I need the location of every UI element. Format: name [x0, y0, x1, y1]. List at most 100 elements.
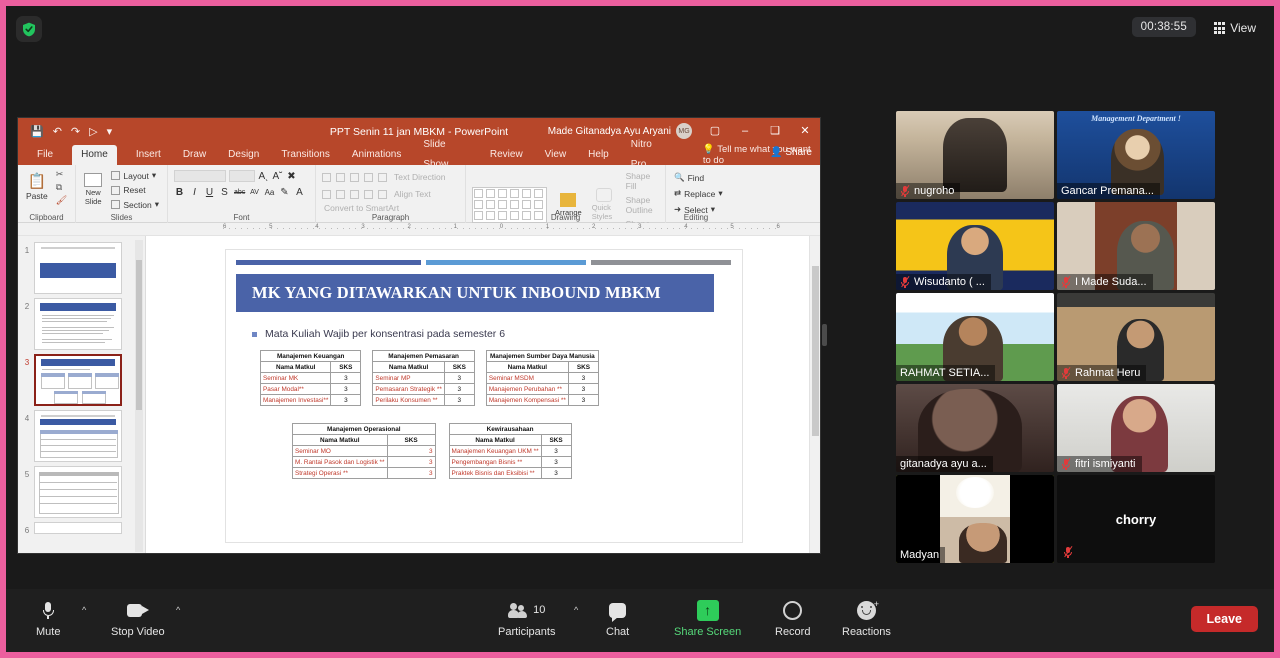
restore-icon[interactable]: ❑	[760, 118, 790, 145]
right-angle-shape-icon[interactable]	[486, 200, 495, 209]
tab-review[interactable]: Review	[487, 145, 526, 165]
line-spacing-icon[interactable]	[378, 172, 387, 182]
cut-icon[interactable]: ✂	[56, 169, 67, 180]
save-icon[interactable]: 💾	[30, 125, 44, 138]
increase-indent-icon[interactable]	[364, 172, 373, 182]
new-slide-button[interactable]: New Slide	[82, 187, 104, 207]
thumbnail-preview[interactable]	[34, 466, 122, 518]
font-color-icon[interactable]: A	[294, 187, 305, 198]
decrease-indent-icon[interactable]	[350, 172, 359, 182]
find-button[interactable]: 🔍 Find	[672, 171, 720, 184]
right-arrow-shape-icon[interactable]	[510, 200, 519, 209]
powerpoint-account[interactable]: Made Gitanadya Ayu Aryani MG	[548, 123, 692, 139]
quick-access-toolbar[interactable]: 💾 ↶ ↷ ▷ ▾	[18, 125, 112, 138]
italic-button[interactable]: I	[189, 187, 200, 198]
table-manajemen-sdm[interactable]: Manajemen Sumber Daya Manusia Nama Matku…	[485, 350, 599, 406]
shape-fill-button[interactable]: Shape Fill	[624, 170, 659, 192]
table-manajemen-operasional[interactable]: Manajemen Operasional Nama Matkul SKS Se…	[292, 423, 436, 479]
increase-font-size-icon[interactable]: Aˎ	[258, 171, 269, 182]
thumbnail-preview[interactable]	[34, 242, 122, 294]
triangle-shape-icon[interactable]	[474, 200, 483, 209]
record-button[interactable]: Record	[775, 597, 810, 638]
view-button[interactable]: View	[1208, 17, 1262, 39]
align-center-icon[interactable]	[336, 189, 345, 199]
table-kewirausahaan[interactable]: Kewirausahaan Nama Matkul SKS Manajemen …	[448, 423, 572, 479]
window-buttons[interactable]: ▢ – ❑ ✕	[700, 118, 820, 145]
tab-help[interactable]: Help	[585, 145, 612, 165]
shadow-button[interactable]: S	[219, 187, 230, 198]
participants-button[interactable]: 10 Participants	[498, 597, 555, 638]
pentagon-shape-icon[interactable]	[534, 200, 543, 209]
close-icon[interactable]: ✕	[790, 118, 820, 145]
video-tile-rahmat-heru[interactable]: Rahmat Heru	[1057, 293, 1215, 381]
thumbnail-preview[interactable]	[34, 522, 122, 534]
change-case-button[interactable]: Aa	[264, 188, 275, 197]
align-right-icon[interactable]	[350, 189, 359, 199]
slide-canvas[interactable]: MK YANG DITAWARKAN UNTUK INBOUND MBKM Ma…	[226, 250, 742, 542]
customize-qat-icon[interactable]: ▾	[107, 125, 113, 138]
align-text-button[interactable]: Align Text	[392, 188, 433, 200]
thumbnail-preview-selected[interactable]	[34, 354, 122, 406]
video-tile-gancar[interactable]: Management Department ! Gancar Premana..…	[1057, 111, 1215, 199]
clear-formatting-icon[interactable]: ✖	[286, 171, 297, 182]
redo-icon[interactable]: ↷	[71, 125, 80, 138]
line-shape-icon[interactable]	[486, 189, 495, 198]
copy-icon[interactable]: ⧉	[56, 182, 67, 193]
scrollbar-thumb[interactable]	[812, 266, 819, 436]
chat-button[interactable]: Chat	[606, 597, 629, 638]
character-spacing-button[interactable]: AV	[249, 189, 260, 196]
down-arrow-shape-icon[interactable]	[522, 200, 531, 209]
tab-insert[interactable]: Insert	[133, 145, 164, 165]
undo-icon[interactable]: ↶	[53, 125, 62, 138]
tab-home[interactable]: Home	[72, 145, 117, 165]
reset-button[interactable]: Reset	[109, 184, 161, 196]
paste-icon[interactable]: 📋	[28, 172, 47, 190]
video-tile-wisudanto[interactable]: Wisudanto ( ...	[896, 202, 1054, 290]
thumbnail-item-2[interactable]: 2	[18, 296, 145, 352]
tab-view[interactable]: View	[542, 145, 570, 165]
tab-file[interactable]: File	[34, 145, 56, 165]
video-tile-nugroho[interactable]: nugroho	[896, 111, 1054, 199]
paste-button[interactable]: Paste	[24, 190, 50, 202]
bullets-icon[interactable]	[322, 172, 331, 182]
section-button[interactable]: Section ▾	[109, 198, 161, 211]
slide-bullet-text[interactable]: Mata Kuliah Wajib per konsentrasi pada s…	[252, 328, 505, 340]
video-tile-rahmat-setia[interactable]: RAHMAT SETIA...	[896, 293, 1054, 381]
table-manajemen-pemasaran[interactable]: Manajemen Pemasaran Nama Matkul SKS Semi…	[372, 350, 475, 406]
arrow-shape-icon[interactable]	[498, 189, 507, 198]
video-tile-fitri-ismiyanti[interactable]: fitri ismiyanti	[1057, 384, 1215, 472]
text-highlight-icon[interactable]: ✎	[279, 187, 290, 198]
slide-thumbnail-pane[interactable]: 1 2 3 4 5 6	[18, 236, 146, 553]
bold-button[interactable]: B	[174, 187, 185, 198]
decrease-font-size-icon[interactable]: A˘	[272, 171, 283, 182]
participants-options-chevron-icon[interactable]: ^	[574, 605, 578, 615]
underline-button[interactable]: U	[204, 187, 215, 198]
textbox-shape-icon[interactable]	[474, 189, 483, 198]
elbow-shape-icon[interactable]	[498, 200, 507, 209]
quick-styles-icon[interactable]	[595, 188, 612, 202]
shared-screen-powerpoint[interactable]: 💾 ↶ ↷ ▷ ▾ PPT Senin 11 jan MBKM - PowerP…	[18, 118, 820, 553]
thumbnail-preview[interactable]	[34, 410, 122, 462]
align-left-icon[interactable]	[322, 189, 331, 199]
ribbon-display-options-icon[interactable]: ▢	[700, 118, 730, 145]
tab-transitions[interactable]: Transitions	[278, 145, 333, 165]
thumbnail-preview[interactable]	[34, 298, 122, 350]
numbering-icon[interactable]	[336, 172, 345, 182]
oval-shape-icon[interactable]	[522, 189, 531, 198]
strikethrough-button[interactable]: abc	[234, 189, 245, 196]
justify-icon[interactable]	[364, 189, 373, 199]
start-presentation-icon[interactable]: ▷	[89, 125, 97, 138]
rectangle-shape-icon[interactable]	[510, 189, 519, 198]
thumbnail-item-6[interactable]: 6	[18, 520, 145, 537]
thumbnail-item-4[interactable]: 4	[18, 408, 145, 464]
format-painter-icon[interactable]: 🖌	[56, 195, 67, 206]
video-tile-i-made-suda[interactable]: I Made Suda...	[1057, 202, 1215, 290]
columns-icon[interactable]	[378, 189, 387, 199]
slide-editing-pane[interactable]: MK YANG DITAWARKAN UNTUK INBOUND MBKM Ma…	[146, 236, 820, 553]
video-tile-chorry[interactable]: chorry	[1057, 475, 1215, 563]
security-shield-icon[interactable]	[16, 16, 42, 42]
tab-animations[interactable]: Animations	[349, 145, 404, 165]
thumbnail-scrollbar[interactable]	[135, 240, 143, 552]
stop-video-button[interactable]: Stop Video	[111, 597, 165, 638]
video-options-chevron-icon[interactable]: ^	[176, 605, 180, 615]
